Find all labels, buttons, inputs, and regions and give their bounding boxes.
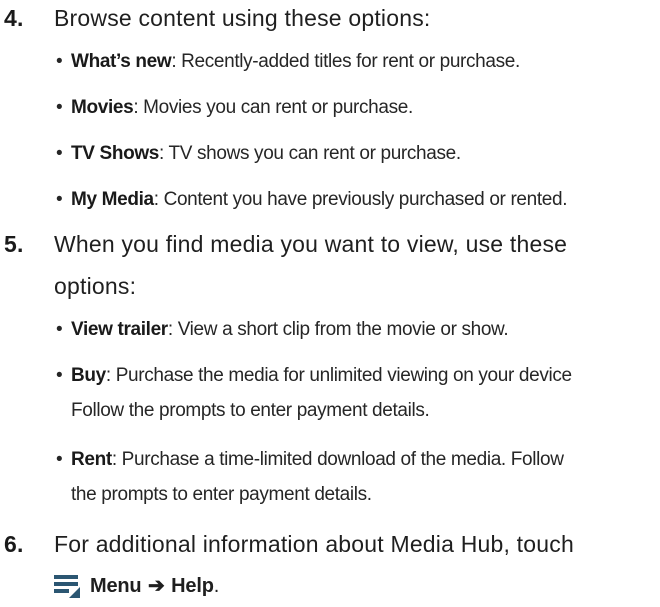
bullet-term: Buy: [71, 365, 106, 386]
bullet-buy: • Buy: Purchase the media for unlimited v…: [56, 358, 656, 428]
step-number: 6.: [4, 531, 24, 557]
bullet-term: View trailer: [71, 319, 168, 340]
bullet-desc: : TV shows you can rent or purchase.: [159, 143, 461, 164]
bullet-tv-shows: • TV Shows: TV shows you can rent or purc…: [56, 143, 461, 164]
bullet-term: Movies: [71, 97, 134, 118]
step-number: 4.: [4, 5, 24, 31]
bullet-continuation: Follow the prompts to enter payment deta…: [71, 400, 430, 421]
step-text: Browse content using these options:: [54, 5, 431, 31]
bullet-desc: : Recently-added titles for rent or purc…: [171, 51, 520, 72]
bullet-whats-new: • What’s new: Recently-added titles for r…: [56, 51, 520, 72]
bullet-movies: • Movies: Movies you can rent or purchase…: [56, 97, 413, 118]
bullet-my-media: • My Media: Content you have previously p…: [56, 189, 568, 210]
step-text: For additional information about Media H…: [54, 531, 574, 557]
bullet-desc: : Purchase the media for unlimited viewi…: [105, 365, 572, 386]
bullet-continuation: the prompts to enter payment details.: [71, 484, 372, 505]
bullet-view-trailer: • View trailer: View a short clip from th…: [56, 319, 509, 340]
bullet-desc: : Purchase a time-limited download of th…: [111, 449, 564, 470]
menu-label: Menu: [90, 575, 142, 597]
help-label: Help: [171, 575, 214, 597]
menu-icon: [54, 574, 80, 598]
step-text-line2: options:: [54, 273, 137, 299]
arrow-icon: ➔: [148, 575, 165, 597]
bullet-term: TV Shows: [71, 143, 159, 164]
step-text-line1: When you find media you want to view, us…: [54, 231, 568, 257]
bullet-term: Rent: [71, 449, 112, 470]
end-punctuation: .: [213, 575, 220, 597]
bullet-desc: : Content you have previously purchased …: [153, 189, 568, 210]
bullet-desc: : Movies you can rent or purchase.: [133, 97, 413, 118]
step-number: 5.: [4, 231, 24, 257]
bullet-desc: : View a short clip from the movie or sh…: [167, 319, 509, 340]
bullet-rent: • Rent: Purchase a time-limited download …: [56, 442, 656, 512]
bullet-term: What’s new: [71, 51, 172, 72]
bullet-term: My Media: [71, 189, 154, 210]
